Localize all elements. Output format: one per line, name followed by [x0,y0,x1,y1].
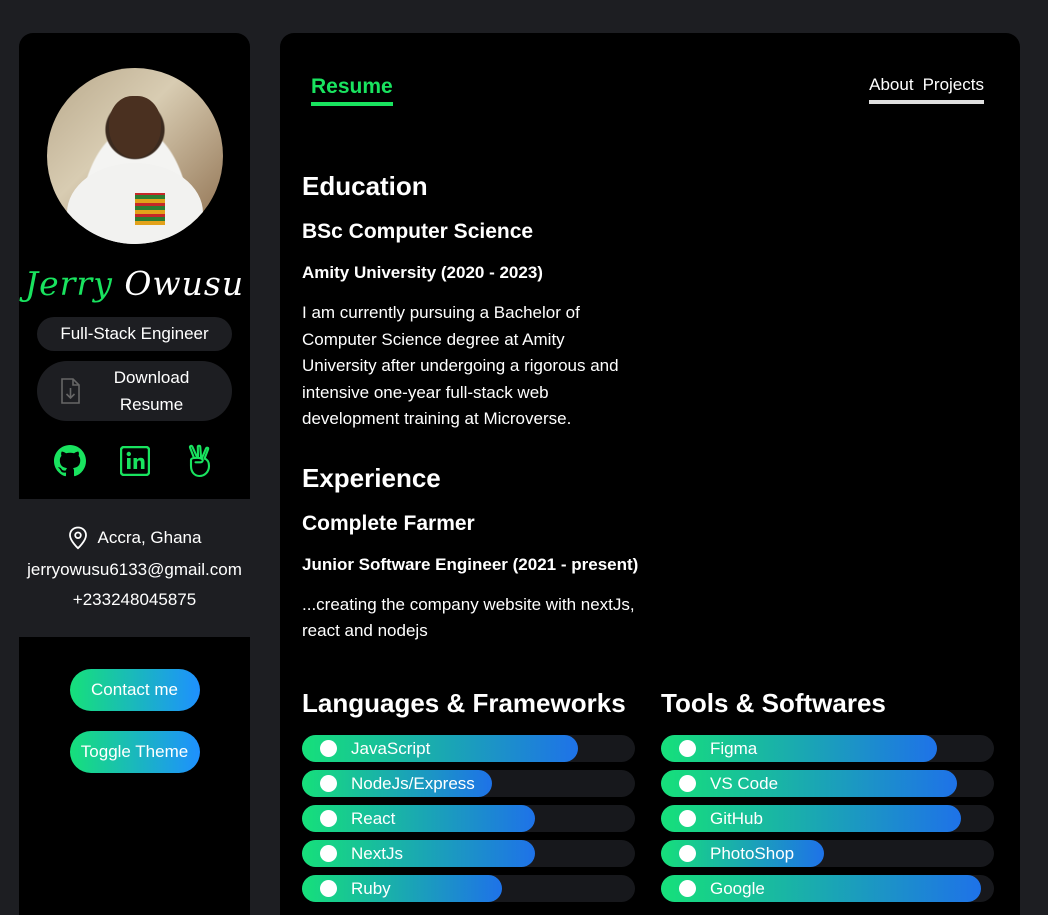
nav-about[interactable]: About [869,75,913,95]
bullet-icon [679,880,696,897]
skill-level-fill [661,875,981,902]
skill-bar: Figma [661,735,994,762]
bullet-icon [320,775,337,792]
education-heading: Education [302,171,428,201]
avatar [46,68,223,244]
skill-label: NodeJs/Express [351,774,475,793]
skill-bar: NextJs [302,840,635,867]
nav-projects[interactable]: Projects [923,75,984,95]
toggle-theme-button[interactable]: Toggle Theme [69,731,200,773]
degree-title: BSc Computer Science [302,220,534,243]
social-links [53,443,216,479]
role-badge: Full-Stack Engineer [37,317,232,351]
skill-bar: Ruby [302,875,635,902]
skill-level-fill [302,735,579,762]
skill-label: Google [710,879,765,898]
location-text: Accra, Ghana [97,528,202,547]
profile-name: Jerry Owusu [25,264,244,303]
skill-bar: Google [661,875,994,902]
skill-bar: VS Code [661,770,994,797]
skill-bar: React [302,805,635,832]
bullet-icon [679,775,696,792]
skill-level-fill [661,805,961,832]
skill-label: VS Code [710,774,779,793]
resume-details: Education BSc Computer Science Amity Uni… [302,171,642,645]
download-resume-label: Download Resume [113,368,190,414]
skill-label: PhotoShop [710,844,795,863]
skill-label: GitHub [710,809,763,828]
contact-info: Accra, Ghana jerryowusu6133@gmail.com +2… [19,499,250,637]
bullet-icon [679,740,696,757]
languages-heading: Languages & Frameworks [302,688,626,718]
experience-description: ...creating the company website with nex… [302,594,635,641]
resume-panel: Resume About Projects Education BSc Comp… [280,33,1020,915]
skill-level-fill [661,735,938,762]
contact-me-button[interactable]: Contact me [69,669,200,711]
tools-section: Tools & Softwares Figma VS Code GitHub Phot… [661,688,994,902]
bullet-icon [320,880,337,897]
skill-bar: GitHub [661,805,994,832]
skill-label: JavaScript [351,739,431,758]
skill-label: NextJs [351,844,403,863]
phone-text: +233248045875 [72,590,197,609]
last-name: Owusu [124,264,245,303]
map-pin-icon [68,526,87,550]
tab-resume[interactable]: Resume [311,75,393,106]
first-name: Jerry [24,264,113,303]
bullet-icon [320,740,337,757]
education-description: I am currently pursuing a Bachelor of Co… [302,303,619,428]
location: Accra, Ghana [68,526,202,550]
skill-label: React [351,809,396,828]
bullet-icon [320,845,337,862]
top-nav: About Projects [869,75,984,104]
email-text: jerryowusu6133@gmail.com [27,560,242,579]
file-download-icon [61,378,80,404]
bullet-icon [679,810,696,827]
skill-bar: PhotoShop [661,840,994,867]
position-title: Junior Software Engineer (2021 - present… [302,554,639,574]
github-icon[interactable] [53,443,86,479]
skill-label: Figma [710,739,758,758]
download-resume-button[interactable]: Download Resume [37,361,232,421]
angellist-icon[interactable] [183,443,216,479]
company-name: Complete Farmer [302,511,475,535]
tools-heading: Tools & Softwares [661,688,886,718]
skill-label: Ruby [351,879,391,898]
bullet-icon [679,845,696,862]
linkedin-icon[interactable] [118,443,151,479]
bullet-icon [320,810,337,827]
skill-bar: JavaScript [302,735,635,762]
skill-bar: NodeJs/Express [302,770,635,797]
experience-heading: Experience [302,462,441,493]
languages-section: Languages & Frameworks JavaScript NodeJs/… [302,688,635,902]
skill-level-fill [661,770,958,797]
school-name: Amity University (2020 - 2023) [302,263,543,282]
profile-sidebar: Jerry Owusu Full-Stack Engineer Download… [19,33,250,915]
